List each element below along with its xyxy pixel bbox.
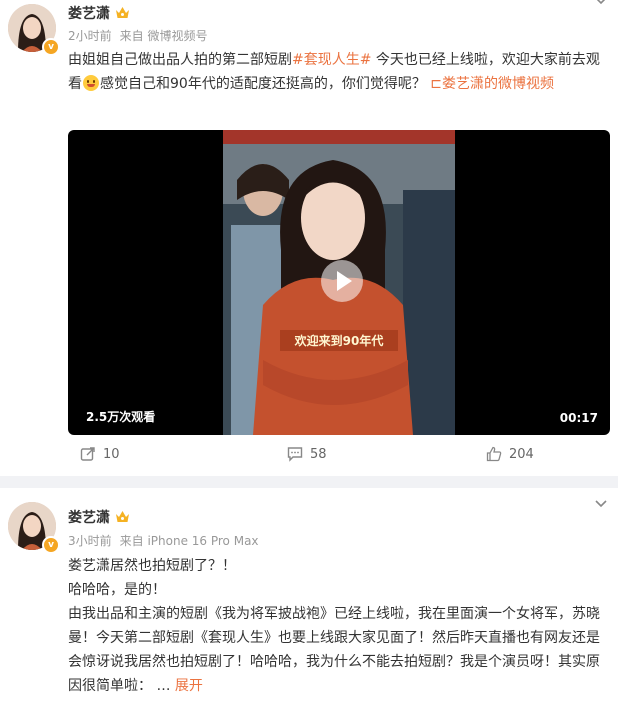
verified-icon: v [42,536,60,554]
repost-icon [80,447,95,461]
post-card: v 娄艺潇 2小时前 来自 微博视频号 由姐姐自己做出品人拍的第二部短剧#套现人生… [0,0,618,476]
video-link[interactable]: ⊏娄艺潇的微博视频 [430,76,554,92]
video-link-icon: ⊏ [430,76,442,92]
post-text: 由姐姐自己做出品人拍的第二部短剧#套现人生# 今天也已经上线啦，欢迎大家前去观看… [68,48,608,96]
post-meta: 2小时前 来自 微博视频号 [68,27,207,44]
post-card: v 娄艺潇 3小时前 来自 iPhone 16 Pro Max 娄艺潇居然也拍短剧… [0,488,618,708]
video-duration: 00:17 [559,411,598,425]
ellipsis: … [152,678,175,694]
post-text-c: 感觉自己和90年代的适配度还挺高的，你们觉得呢？ [100,76,431,92]
repost-count: 10 [103,446,120,462]
topic-link[interactable]: #套现人生# [292,52,371,68]
comment-count: 58 [310,446,327,462]
post-text-a: 由姐姐自己做出品人拍的第二部短剧 [68,52,292,68]
author-name[interactable]: 娄艺潇 [68,510,110,526]
post-paragraph: 由我出品和主演的短剧《我为将军披战袍》已经上线啦，我在里面演一个女将军，苏晓曼！… [68,606,600,694]
crown-icon [116,511,129,522]
post-meta: 3小时前 来自 iPhone 16 Pro Max [68,532,259,549]
post-source: 来自 iPhone 16 Pro Max [119,534,259,548]
verified-icon: v [42,38,60,56]
post-line: 哈哈哈，是的！ [68,582,166,598]
author-name[interactable]: 娄艺潇 [68,6,110,22]
post-line: 娄艺潇居然也拍短剧了？！ [68,558,236,574]
comment-icon [287,447,303,462]
view-count: 2.5万次观看 [86,410,156,424]
like-button[interactable]: 204 [486,446,534,462]
like-icon [486,446,502,462]
action-bar: 10 58 204 [0,440,618,470]
crown-icon [116,7,129,18]
repost-button[interactable]: 10 [80,446,120,462]
chevron-down-icon[interactable] [594,497,608,513]
post-time[interactable]: 3小时前 [68,534,112,548]
username[interactable]: 娄艺潇 [68,3,130,23]
like-count: 204 [509,446,534,462]
video-caption: 欢迎来到90年代 [280,330,398,351]
video-link-label[interactable]: 娄艺潇的微博视频 [442,76,554,92]
comment-button[interactable]: 58 [287,446,327,462]
play-icon[interactable] [321,260,363,302]
username[interactable]: 娄艺潇 [68,507,130,527]
emoji-icon [83,75,99,91]
post-text: 娄艺潇居然也拍短剧了？！ 哈哈哈，是的！ 由我出品和主演的短剧《我为将军披战袍》… [68,554,608,698]
feed-divider [0,476,618,488]
weibo-feed: v 娄艺潇 2小时前 来自 微博视频号 由姐姐自己做出品人拍的第二部短剧#套现人生… [0,0,618,708]
post-source: 来自 微博视频号 [119,29,208,43]
chevron-down-icon[interactable] [594,0,608,10]
video-player[interactable]: 欢迎来到90年代 2.5万次观看 00:17 [68,130,610,435]
expand-link[interactable]: 展开 [175,678,203,694]
post-time[interactable]: 2小时前 [68,29,112,43]
